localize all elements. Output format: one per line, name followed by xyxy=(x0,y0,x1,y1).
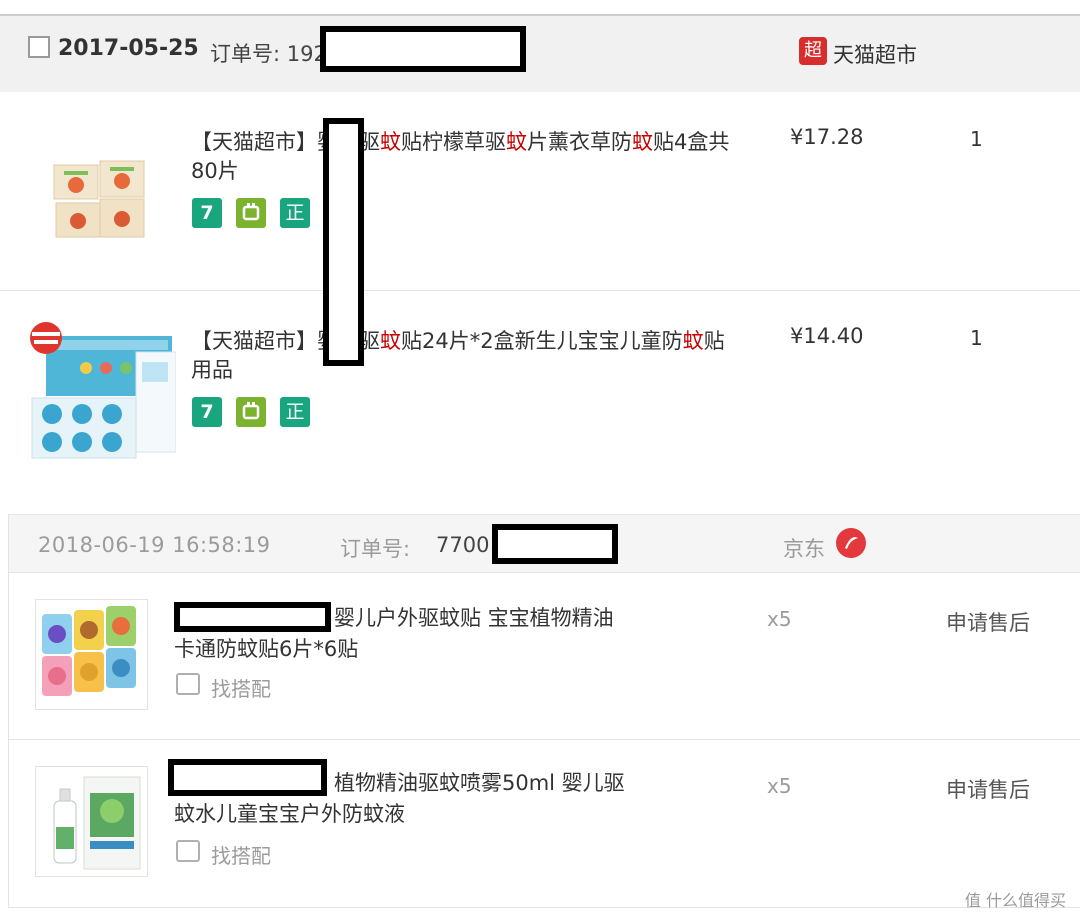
product-price: ¥14.40 xyxy=(790,324,864,348)
product-thumbnail[interactable] xyxy=(26,322,176,462)
tmall-order-number: 订单号: 192 xyxy=(210,42,327,66)
tmall-order-date: 2017-05-25 xyxy=(58,36,199,61)
product-thumbnail[interactable] xyxy=(50,155,148,243)
row-divider xyxy=(0,290,1080,291)
puzzle-icon xyxy=(176,673,200,695)
product-thumbnail[interactable] xyxy=(35,599,148,710)
genuine-product-badge: 正 xyxy=(280,198,310,228)
puzzle-icon xyxy=(176,840,200,862)
product-title[interactable]: 植物精油驱蚊喷雾50ml 婴儿驱蚊水儿童宝宝户外防蚊液 xyxy=(174,768,634,830)
jd-order-number: 7700 xyxy=(436,533,490,557)
title-text: 贴柠檬草驱 xyxy=(401,130,506,154)
redaction-box xyxy=(323,118,364,366)
product-title[interactable]: 【天猫超市】婴儿驱蚊贴24片*2盒新生儿宝宝儿童防蚊贴用品 xyxy=(191,327,731,385)
keyword-highlight: 蚊 xyxy=(682,329,704,353)
product-title[interactable]: 【天猫超市】婴儿驱蚊贴柠檬草驱蚊片薰衣草防蚊贴4盒共80片 xyxy=(191,128,731,186)
jd-shop-name[interactable]: 京东 xyxy=(783,533,825,563)
find-match-link[interactable]: 找搭配 xyxy=(211,840,271,869)
keyword-highlight: 蚊 xyxy=(632,130,653,154)
tmall-supermarket-icon: 超 xyxy=(799,37,827,65)
tmall-shop-name[interactable]: 天猫超市 xyxy=(833,39,917,69)
redaction-box xyxy=(320,26,526,72)
product-title[interactable]: 婴儿户外驱蚊贴 宝宝植物精油卡通防蚊贴6片*6贴 xyxy=(174,603,634,665)
seven-day-return-badge: 7 xyxy=(192,198,222,228)
after-sale-button[interactable]: 申请售后 xyxy=(946,607,1030,637)
delivery-guarantee-icon xyxy=(236,397,266,427)
jd-order-time: 2018-06-19 16:58:19 xyxy=(38,533,271,557)
product-quantity: 1 xyxy=(970,127,983,151)
jd-chat-icon[interactable] xyxy=(836,528,866,558)
jd-order-card xyxy=(8,514,1080,908)
jd-order-label: 订单号: xyxy=(340,537,411,561)
keyword-highlight: 蚊 xyxy=(380,329,401,353)
title-text: 片薰衣草防 xyxy=(527,130,632,154)
redaction-box xyxy=(492,524,618,564)
keyword-highlight: 蚊 xyxy=(380,130,401,154)
seven-day-return-badge: 7 xyxy=(192,397,222,427)
genuine-product-badge: 正 xyxy=(280,397,310,427)
title-text: 贴24片*2盒新生儿宝宝儿童防 xyxy=(401,329,683,353)
delivery-guarantee-icon xyxy=(236,198,266,228)
after-sale-button[interactable]: 申请售后 xyxy=(946,774,1030,804)
order-select-checkbox[interactable] xyxy=(28,36,50,58)
find-match-link[interactable]: 找搭配 xyxy=(211,673,271,702)
product-quantity: x5 xyxy=(767,607,792,631)
product-quantity: x5 xyxy=(767,774,792,798)
product-quantity: 1 xyxy=(970,326,983,350)
product-price: ¥17.28 xyxy=(790,125,864,149)
row-divider xyxy=(9,739,1080,740)
site-watermark: 值 什么值得买 xyxy=(964,891,1066,910)
product-thumbnail[interactable] xyxy=(35,766,148,877)
keyword-highlight: 蚊 xyxy=(506,130,527,154)
